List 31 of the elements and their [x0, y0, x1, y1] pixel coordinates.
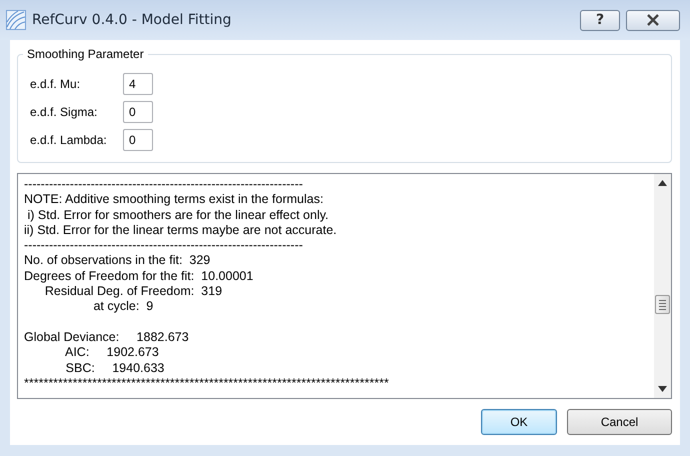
output-line: Global Deviance: 1882.673 [24, 330, 190, 346]
field-label: e.d.f. Sigma: [30, 105, 98, 119]
input-field[interactable]: 0 [123, 101, 153, 123]
scroll-thumb[interactable] [655, 295, 670, 314]
ok-button[interactable]: OK [481, 409, 557, 435]
close-icon [646, 14, 660, 26]
group-title: Smoothing Parameter [23, 47, 148, 62]
cancel-button[interactable]: Cancel [567, 409, 672, 435]
input-field[interactable]: 4 [123, 73, 153, 95]
output-line: No. of observations in the fit: 329 [24, 253, 212, 269]
output-line: Degrees of Freedom for the fit: 10.00001 [24, 268, 254, 284]
window-title: RefCurv 0.4.0 - Model Fitting [32, 12, 232, 28]
output-line: ------------------------------------------------------------------- [24, 177, 304, 192]
input-field[interactable]: 0 [123, 129, 153, 151]
output-line: at cycle: 9 [92, 299, 154, 315]
help-button[interactable]: ? [580, 10, 620, 30]
field-label: e.d.f. Mu: [30, 77, 82, 91]
app-icon [6, 10, 26, 30]
scroll-down-icon[interactable] [658, 386, 667, 392]
output-line: AIC: 1902.673 [64, 345, 160, 361]
field-label: e.d.f. Lambda: [30, 133, 108, 147]
output-line: SBC: 1940.633 [64, 360, 166, 376]
close-button[interactable] [626, 10, 680, 30]
scroll-up-icon[interactable] [658, 180, 667, 186]
output-line: ii) Std. Error for the linear terms maybe are not accurate. [24, 222, 338, 238]
output-line: i) Std. Error for smoothers are for the linear effect only. [26, 208, 330, 223]
output-line: *************************************************************************** [24, 376, 390, 392]
output-line: Residual Deg. of Freedom: 319 [44, 284, 224, 300]
output-line: ------------------------------------------------------------------- [24, 238, 304, 254]
scrollbar[interactable] [654, 174, 671, 398]
output-line: NOTE: Additive smoothing terms exist in the formulas: [24, 192, 324, 208]
